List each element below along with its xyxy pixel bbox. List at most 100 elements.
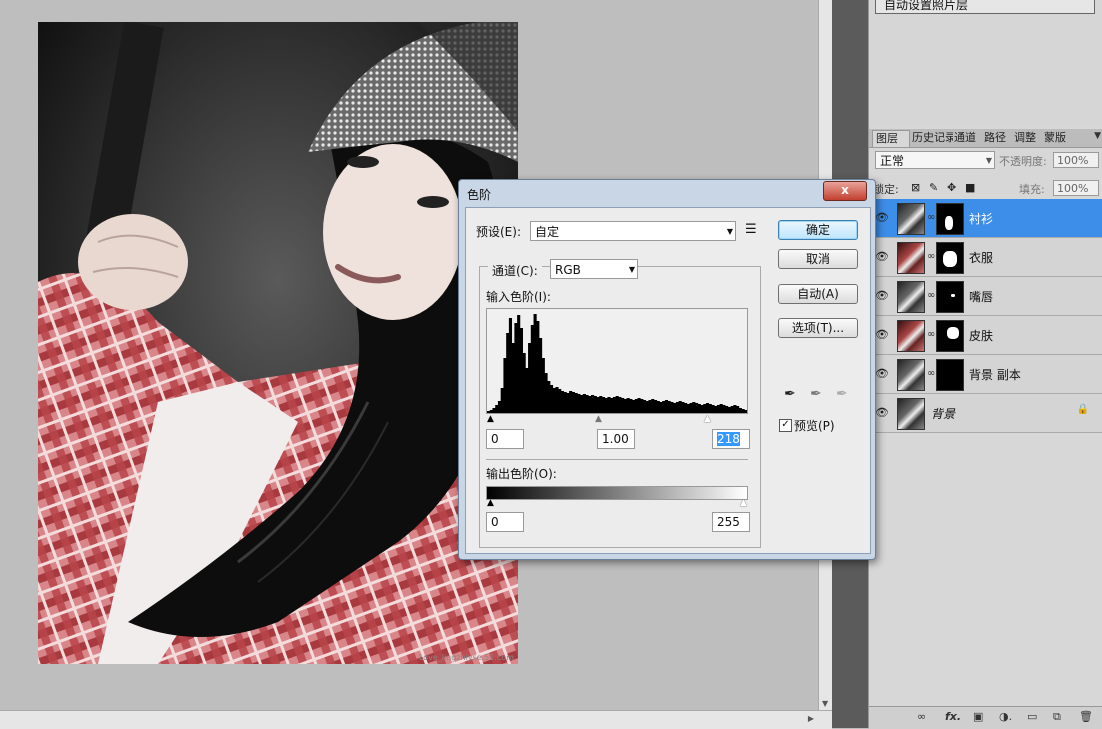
layer-row[interactable]: 👁 背景 🔒 — [869, 394, 1102, 433]
black-eyedropper-icon[interactable]: ✒ — [784, 386, 796, 402]
tab-adjustments[interactable]: 调整 — [1011, 130, 1043, 146]
link-icon[interactable]: ∞ — [927, 251, 935, 262]
trash-icon[interactable]: 🗑 — [1079, 710, 1093, 723]
histogram-bar — [634, 399, 638, 413]
lock-all-icon[interactable]: ■ — [965, 181, 975, 194]
layer-row[interactable]: 👁 ∞ 衣服 — [869, 238, 1102, 277]
layer-mask-thumbnail[interactable] — [936, 281, 964, 313]
eye-icon[interactable]: 👁 — [875, 289, 889, 302]
close-button[interactable]: x — [823, 181, 867, 201]
eye-icon[interactable]: 👁 — [875, 211, 889, 224]
fill-label: 填充: — [1019, 183, 1045, 196]
lock-move-icon[interactable]: ✥ — [947, 181, 956, 194]
white-eyedropper-icon[interactable]: ✒ — [836, 386, 848, 402]
opacity-label: 不透明度: — [999, 155, 1047, 168]
output-white-slider[interactable]: ▲ — [740, 499, 747, 508]
tab-paths[interactable]: 路径 — [981, 130, 1013, 146]
histogram-bar — [678, 401, 682, 413]
histogram-bar — [588, 396, 592, 413]
chevron-down-icon: ▼ — [985, 156, 992, 165]
layer-mask-thumbnail[interactable] — [936, 359, 964, 391]
link-icon[interactable]: ∞ — [927, 329, 935, 340]
cancel-button[interactable]: 取消 — [778, 249, 858, 269]
link-icon[interactable]: ∞ — [927, 290, 935, 301]
group-icon[interactable]: ▭ — [1027, 710, 1037, 723]
horizontal-scrollbar[interactable]: ▶ — [0, 710, 832, 729]
options-button[interactable]: 选项(T)... — [778, 318, 858, 338]
link-icon[interactable]: ∞ — [927, 212, 935, 223]
layer-row[interactable]: 👁 ∞ 衬衫 — [869, 199, 1102, 238]
layer-name: 背景 副本 — [969, 368, 1021, 382]
histogram-bar — [566, 393, 570, 413]
tab-masks[interactable]: 蒙版 — [1041, 130, 1073, 146]
lock-transparent-icon[interactable]: ⊠ — [911, 181, 920, 194]
action-item[interactable]: 自动设置照片层 — [875, 0, 1095, 14]
histogram-bar — [744, 410, 748, 413]
scroll-down-icon[interactable]: ▼ — [822, 699, 828, 708]
histogram-bar — [569, 391, 573, 413]
input-gamma-slider[interactable]: ▲ — [595, 415, 602, 424]
preset-select[interactable]: 自定 ▼ — [530, 221, 736, 241]
new-layer-icon[interactable]: ⧉ — [1053, 710, 1061, 724]
tab-channels[interactable]: 通道 — [951, 130, 983, 146]
auto-button[interactable]: 自动(A) — [778, 284, 858, 304]
histogram-bar — [530, 325, 534, 413]
histogram-bar — [599, 396, 603, 413]
adjustment-icon[interactable]: ◑. — [999, 710, 1012, 723]
layer-thumbnail — [897, 398, 925, 430]
histogram-bar — [525, 368, 529, 413]
opacity-input[interactable]: 100% — [1053, 152, 1099, 168]
lock-paint-icon[interactable]: ✎ — [929, 181, 938, 194]
tab-history[interactable]: 历史记录 — [909, 130, 953, 146]
output-gradient — [486, 486, 748, 500]
fill-input[interactable]: 100% — [1053, 180, 1099, 196]
blend-mode-select[interactable]: 正常 ▼ — [875, 151, 995, 169]
preview-checkbox[interactable]: ✓ — [779, 419, 792, 432]
input-black-slider[interactable]: ▲ — [487, 415, 494, 424]
portrait-illustration — [38, 22, 518, 664]
gray-eyedropper-icon[interactable]: ✒ — [810, 386, 822, 402]
input-white-slider[interactable]: ▲ — [704, 415, 711, 424]
histogram-bar — [632, 400, 636, 413]
eye-icon[interactable]: 👁 — [875, 367, 889, 380]
eye-icon[interactable]: 👁 — [875, 406, 889, 419]
layer-thumbnail — [897, 359, 925, 391]
histogram-bar — [615, 396, 619, 413]
mask-icon[interactable]: ▣ — [973, 710, 983, 723]
eye-icon[interactable]: 👁 — [875, 328, 889, 341]
output-black-slider[interactable]: ▲ — [487, 499, 494, 508]
input-gamma-field[interactable]: 1.00 — [597, 429, 635, 449]
histogram-bar — [736, 406, 740, 413]
channel-select[interactable]: RGB ▼ — [550, 259, 638, 279]
link-icon[interactable]: ∞ — [927, 368, 935, 379]
histogram-bar — [738, 408, 742, 413]
link-icon[interactable]: ∞ — [917, 710, 926, 723]
layer-mask-thumbnail[interactable] — [936, 320, 964, 352]
layer-mask-thumbnail[interactable] — [936, 242, 964, 274]
panel-menu-icon[interactable]: ▼ — [1094, 131, 1101, 141]
preset-options-icon[interactable]: ☰ — [745, 222, 757, 237]
channel-label: 通道(C): — [488, 262, 542, 279]
layer-mask-thumbnail[interactable] — [936, 203, 964, 235]
preset-label: 预设(E): — [476, 225, 521, 239]
eye-icon[interactable]: 👁 — [875, 250, 889, 263]
ok-button[interactable]: 确定 — [778, 220, 858, 240]
histogram-bar — [495, 405, 499, 413]
histogram-bar — [607, 397, 611, 413]
output-black-field[interactable]: 0 — [486, 512, 524, 532]
input-white-field[interactable]: 218 — [712, 429, 750, 449]
histogram-bar — [716, 405, 721, 413]
tab-layers[interactable]: 图层 — [872, 130, 910, 147]
histogram-bar — [522, 353, 526, 413]
layer-thumbnail — [897, 320, 925, 352]
histogram-bar — [675, 402, 679, 413]
input-black-field[interactable]: 0 — [486, 429, 524, 449]
layer-row[interactable]: 👁 ∞ 皮肤 — [869, 316, 1102, 355]
layer-row[interactable]: 👁 ∞ 背景 副本 — [869, 355, 1102, 394]
fx-icon[interactable]: fx. — [945, 710, 961, 723]
layer-row[interactable]: 👁 ∞ 嘴唇 — [869, 277, 1102, 316]
output-white-field[interactable]: 255 — [712, 512, 750, 532]
layer-thumbnail — [897, 203, 925, 235]
histogram-bar — [508, 318, 513, 413]
scroll-right-icon[interactable]: ▶ — [808, 714, 814, 723]
